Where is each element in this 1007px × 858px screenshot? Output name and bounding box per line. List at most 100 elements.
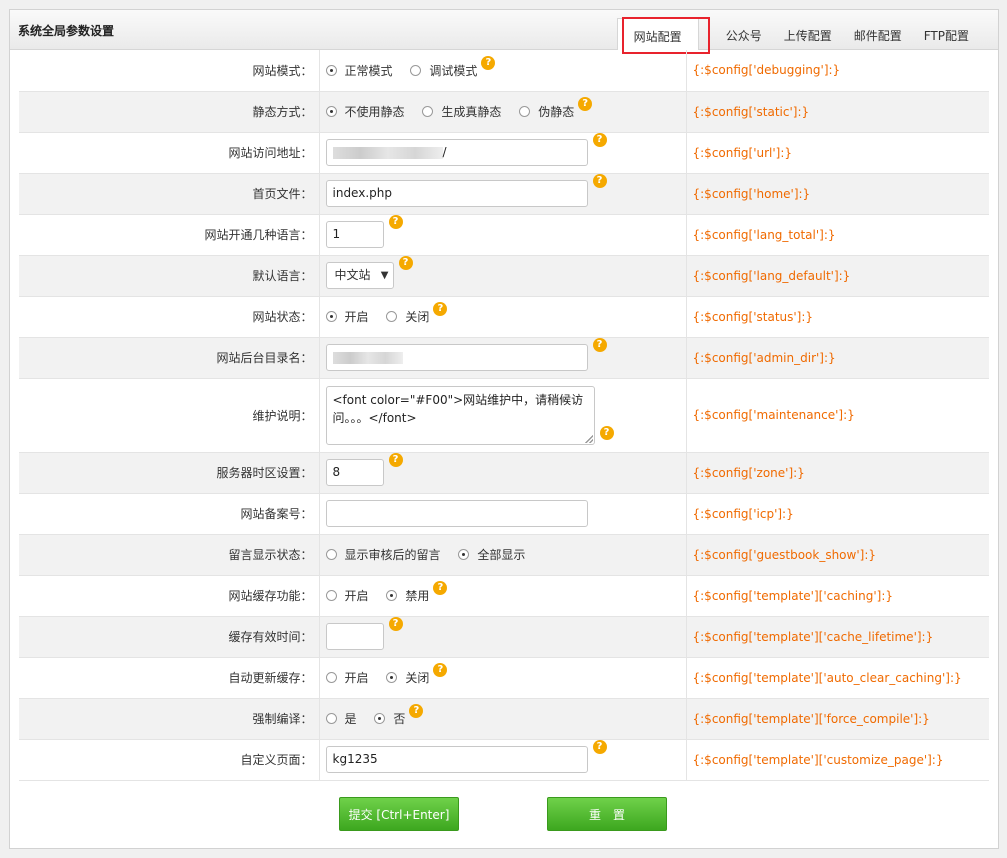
radio-dot [325,713,337,724]
radio-status-open[interactable]: 开启 [325,308,369,325]
help-icon[interactable]: ? [398,256,413,270]
radio-dot [325,672,337,683]
field-label: 静态方式： [19,91,320,133]
radio-dot [386,311,398,322]
help-icon[interactable]: ? [592,133,607,147]
radio-status-closed[interactable]: 关闭 [386,308,429,325]
field-label: 留言显示状态： [19,534,320,576]
field-label: 服务器时区设置： [19,452,320,494]
field-label: 网站备案号： [19,493,320,535]
row-home: 首页文件： index.php? {:$config['home']:} [19,173,989,215]
radio-true-static[interactable]: 生成真静态 [422,103,501,120]
row-maintenance: 维护说明： <font color="#F00">网站维护中，请稍候访问。。。<… [19,378,989,453]
radio-normal-mode[interactable]: 正常模式 [325,62,393,79]
config-var: {:$config['template']['caching']:} [686,575,989,617]
radio-debug-mode[interactable]: 调试模式 [410,62,477,79]
field-label: 默认语言： [19,255,320,297]
tab-mail-config[interactable]: 邮件配置 [843,18,913,50]
row-lang-default: 默认语言： 中文站 ▼? {:$config['lang_default']:} [19,255,989,297]
radio-compile-no[interactable]: 否 [374,710,405,727]
tab-upload-config[interactable]: 上传配置 [773,18,843,50]
field-label: 首页文件： [19,173,320,215]
tab-wechat[interactable]: 公众号 [715,18,773,50]
timezone-input[interactable]: 8 [325,459,384,486]
row-icp: 网站备案号： {:$config['icp']:} [19,493,989,535]
icp-input[interactable] [325,500,588,527]
help-icon[interactable]: ? [388,453,403,467]
config-var: {:$config['template']['force_compile']:} [686,698,989,740]
reset-button[interactable]: 重置 [547,797,667,831]
radio-auto-clear-on[interactable]: 开启 [325,669,369,686]
help-icon[interactable]: ? [433,302,448,316]
radio-dot [325,106,337,117]
radio-show-all[interactable]: 全部显示 [458,546,525,563]
config-var: {:$config['template']['customize_page']:… [686,739,989,781]
field-label: 网站访问地址： [19,132,320,174]
help-icon[interactable]: ? [592,174,607,188]
config-var: {:$config['home']:} [686,173,989,215]
resize-grip-icon[interactable] [584,434,593,443]
cache-lifetime-input[interactable] [325,623,384,650]
radio-cache-off[interactable]: 禁用 [386,587,429,604]
radio-compile-yes[interactable]: 是 [325,710,357,727]
row-lang-total: 网站开通几种语言： 1? {:$config['lang_total']:} [19,214,989,256]
config-var: {:$config['zone']:} [686,452,989,494]
help-icon[interactable]: ? [433,663,448,677]
config-var: {:$config['admin_dir']:} [686,337,989,379]
tab-ftp-config[interactable]: FTP配置 [913,18,980,50]
panel-header: 系统全局参数设置 网站配置 公众号 上传配置 邮件配置 FTP配置 [10,10,998,50]
radio-show-approved[interactable]: 显示审核后的留言 [325,546,441,563]
redacted-text [332,146,443,159]
dropdown-arrow-icon: ▼ [380,270,389,281]
radio-dot [325,549,337,560]
radio-no-static[interactable]: 不使用静态 [325,103,405,120]
config-var: {:$config['template']['auto_clear_cachin… [686,657,989,699]
maintenance-textarea[interactable]: <font color="#F00">网站维护中，请稍候访问。。。</font> [325,385,595,445]
row-customize-page: 自定义页面： kg1235? {:$config['template']['cu… [19,739,989,781]
radio-dot [325,311,337,322]
radio-dot [374,713,386,724]
field-label: 强制编译： [19,698,320,740]
panel-title: 系统全局参数设置 [18,24,115,38]
tab-site-config[interactable]: 网站配置 [616,18,699,50]
field-label: 网站开通几种语言： [19,214,320,256]
help-icon[interactable]: ? [599,425,614,440]
help-icon[interactable]: ? [592,740,607,754]
radio-auto-clear-off[interactable]: 关闭 [386,669,429,686]
row-static: 静态方式： 不使用静态 生成真静态 伪静态? {:$config['static… [19,91,989,133]
help-icon[interactable]: ? [592,338,607,352]
help-icon[interactable]: ? [578,97,593,111]
home-file-input[interactable]: index.php [325,180,588,207]
help-icon[interactable]: ? [388,215,403,229]
radio-dot [422,106,434,117]
help-icon[interactable]: ? [409,704,424,718]
submit-button[interactable]: 提交 [Ctrl+Enter] [339,797,459,831]
default-language-select[interactable]: 中文站 ▼ [325,262,394,289]
field-label: 自定义页面： [19,739,320,781]
customize-page-input[interactable]: kg1235 [325,746,588,773]
config-var: {:$config['maintenance']:} [686,378,989,453]
admin-dir-input[interactable] [325,344,588,371]
settings-form: 网站模式： 正常模式 调试模式? {:$config['debugging']:… [19,50,989,781]
radio-cache-on[interactable]: 开启 [325,587,369,604]
lang-total-input[interactable]: 1 [325,221,384,248]
config-var: {:$config['guestbook_show']:} [686,534,989,576]
row-force-compile: 强制编译： 是 否? {:$config['template']['force_… [19,698,989,740]
help-icon[interactable]: ? [481,55,496,70]
row-cache-lifetime: 缓存有效时间： ? {:$config['template']['cache_l… [19,616,989,658]
config-var: {:$config['url']:} [686,132,989,174]
field-label: 网站模式： [19,50,320,92]
tab-bar: 网站配置 公众号 上传配置 邮件配置 FTP配置 [616,18,980,50]
help-icon[interactable]: ? [433,581,448,595]
config-var: {:$config['template']['cache_lifetime']:… [686,616,989,658]
help-icon[interactable]: ? [388,617,403,631]
redacted-text [332,351,403,364]
config-var: {:$config['lang_total']:} [686,214,989,256]
site-url-input[interactable]: / [325,139,588,166]
row-auto-clear: 自动更新缓存： 开启 关闭? {:$config['template']['au… [19,657,989,699]
radio-dot [519,106,531,117]
radio-pseudo-static[interactable]: 伪静态 [519,103,574,120]
field-label: 缓存有效时间： [19,616,320,658]
row-guestbook: 留言显示状态： 显示审核后的留言 全部显示 {:$config['guestbo… [19,534,989,576]
radio-dot [386,672,398,683]
